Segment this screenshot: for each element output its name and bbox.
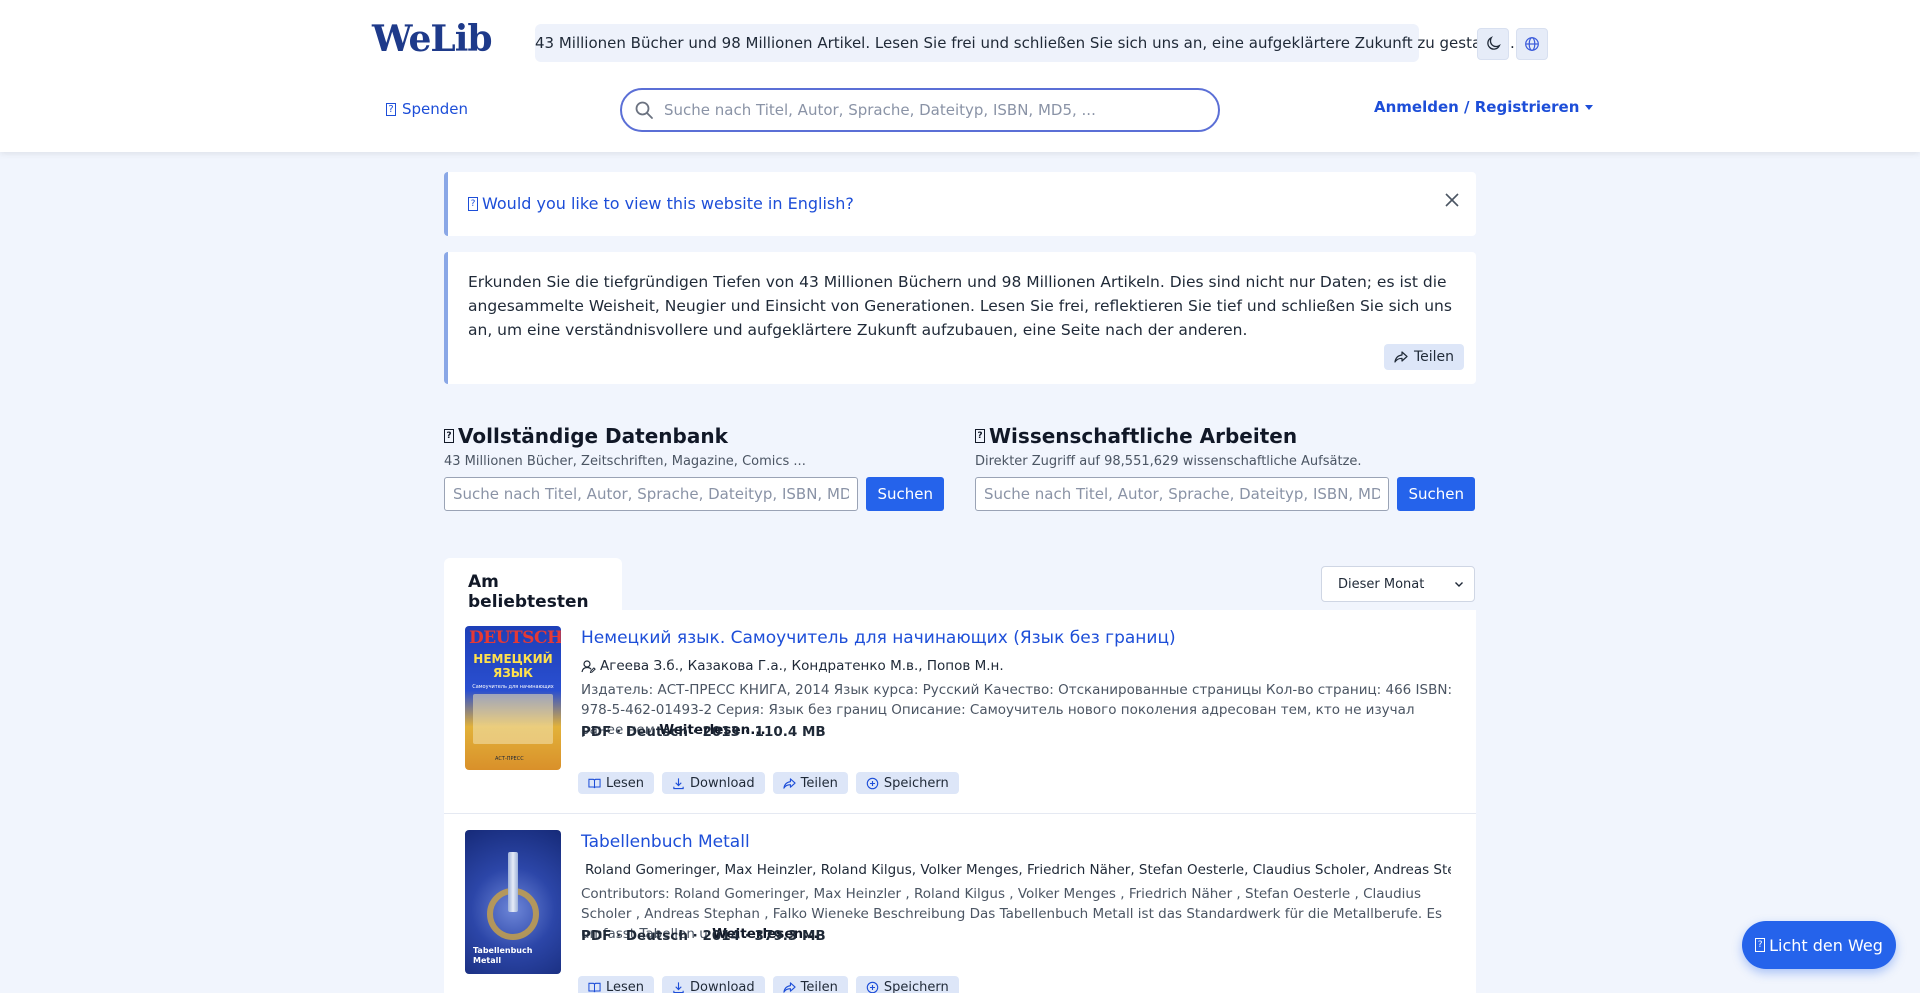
moon-icon bbox=[1487, 36, 1501, 50]
download-button[interactable]: Download bbox=[662, 976, 765, 993]
download-icon bbox=[673, 777, 684, 789]
save-label: Speichern bbox=[883, 979, 949, 993]
donate-label: Spenden bbox=[402, 100, 469, 118]
tab-popular[interactable]: Am beliebtesten bbox=[444, 558, 622, 612]
share-icon bbox=[1394, 351, 1408, 363]
plus-circle-icon bbox=[866, 981, 879, 993]
cover-title-top: DEUTSCH bbox=[469, 628, 561, 648]
cover-image-block bbox=[473, 694, 553, 744]
close-banner-button[interactable] bbox=[1440, 188, 1464, 212]
read-button[interactable]: Lesen bbox=[578, 976, 655, 993]
book-open-icon bbox=[588, 778, 601, 788]
light-the-way-button[interactable]: ? Licht den Weg bbox=[1742, 921, 1896, 969]
book-authors: Агеева З.б., Казакова Г.а., Кондратенко … bbox=[581, 658, 1451, 674]
save-label: Speichern bbox=[883, 775, 949, 791]
book-title-link[interactable]: Немецкий язык. Самоучитель для начинающи… bbox=[581, 628, 1176, 648]
book-meta: PDF · Deutsch · 2014 · 379.3 MB bbox=[581, 928, 826, 944]
share-book-label: Teilen bbox=[800, 979, 838, 993]
lamp-icon: ? bbox=[1755, 938, 1766, 952]
list-item: Tabellenbuch Metall Tabellenbuch Metall … bbox=[444, 814, 1476, 993]
site-header: WeLib 43 Millionen Bücher und 98 Million… bbox=[0, 0, 1920, 152]
papers-heading: ? Wissenschaftliche Arbeiten bbox=[975, 424, 1475, 448]
language-banner: ? Would you like to view this website in… bbox=[444, 172, 1476, 236]
plus-circle-icon bbox=[866, 777, 879, 789]
share-book-button[interactable]: Teilen bbox=[772, 976, 848, 993]
share-label: Teilen bbox=[1413, 349, 1454, 365]
save-button[interactable]: Speichern bbox=[855, 976, 959, 993]
book-authors-text: Roland Gomeringer, Max Heinzler, Roland … bbox=[585, 862, 1451, 878]
papers-subtitle: Direkter Zugriff auf 98,551,629 wissensc… bbox=[975, 454, 1362, 469]
main-search-input[interactable] bbox=[664, 101, 1204, 119]
full-database-search-input[interactable] bbox=[444, 477, 859, 511]
list-item: DEUTSCH НЕМЕЦКИЙ ЯЗЫК Самоучитель для на… bbox=[444, 610, 1476, 814]
papers-title: Wissenschaftliche Arbeiten bbox=[989, 424, 1298, 448]
papers-search-row: Suche n bbox=[975, 477, 1475, 511]
site-tagline: 43 Millionen Bücher und 98 Millionen Art… bbox=[535, 24, 1515, 62]
flag-icon: ? bbox=[468, 196, 478, 211]
dark-mode-button[interactable] bbox=[1477, 28, 1509, 60]
switch-to-english-link[interactable]: ? Would you like to view this website in… bbox=[468, 194, 854, 213]
login-register-label: Anmelden / Registrieren bbox=[1374, 98, 1580, 116]
author-icon bbox=[581, 659, 596, 673]
popular-list: DEUTSCH НЕМЕЦКИЙ ЯЗЫК Самоучитель для на… bbox=[444, 610, 1476, 993]
full-database-heading: ? Vollständige Datenbank bbox=[444, 424, 944, 448]
period-select[interactable]: Dieser Monat bbox=[1321, 566, 1475, 602]
light-the-way-label: Licht den Weg bbox=[1769, 935, 1883, 955]
share-icon bbox=[783, 777, 796, 789]
login-register-menu[interactable]: Anmelden / Registrieren bbox=[1374, 98, 1594, 116]
cover-title: Tabellenbuch Metall bbox=[473, 946, 533, 965]
language-prompt: Would you like to view this website in E… bbox=[482, 194, 854, 213]
full-database-search-button[interactable]: Suchen bbox=[866, 477, 944, 511]
chevron-down-icon bbox=[1455, 582, 1463, 587]
download-label: Download bbox=[690, 775, 755, 791]
share-button[interactable]: Teilen bbox=[1383, 344, 1464, 370]
site-logo[interactable]: WeLib bbox=[372, 18, 493, 60]
period-select-value: Dieser Monat bbox=[1338, 576, 1425, 592]
cover-subtitle: Самоучитель для начинающих bbox=[472, 684, 554, 690]
info-banner: Erkunden Sie die tiefgründigen Tiefen vo… bbox=[444, 252, 1476, 384]
papers-search-button[interactable]: Suchen bbox=[1397, 477, 1475, 511]
share-book-button[interactable]: Teilen bbox=[772, 772, 848, 794]
book-actions: Lesen Download Teilen Speichern bbox=[578, 976, 959, 993]
save-button[interactable]: Speichern bbox=[855, 772, 959, 794]
read-label: Lesen bbox=[606, 979, 645, 993]
book-authors-text: Агеева З.б., Казакова Г.а., Кондратенко … bbox=[600, 658, 1004, 674]
book-authors: Roland Gomeringer, Max Heinzler, Roland … bbox=[581, 862, 1451, 878]
papers-search-input[interactable] bbox=[975, 477, 1390, 511]
full-database-section: ? Vollständige Datenbank 43 Millionen Bü… bbox=[444, 424, 944, 511]
close-icon bbox=[1445, 193, 1459, 207]
main-search-bar bbox=[620, 88, 1220, 132]
download-button[interactable]: Download bbox=[662, 772, 765, 794]
paper-icon: ? bbox=[975, 429, 985, 443]
books-icon: ? bbox=[444, 429, 454, 443]
cover-title-main: НЕМЕЦКИЙ ЯЗЫК bbox=[473, 652, 553, 680]
read-label: Lesen bbox=[606, 775, 645, 791]
book-cover[interactable]: Tabellenbuch Metall bbox=[465, 830, 561, 974]
book-actions: Lesen Download Teilen Speichern bbox=[578, 772, 959, 794]
share-icon bbox=[783, 981, 796, 993]
full-database-title: Vollständige Datenbank bbox=[458, 424, 728, 448]
caret-down-icon bbox=[1585, 104, 1594, 110]
cover-bolt-graphic bbox=[508, 852, 518, 912]
book-meta: PDF · Deutsch · 2013 · 110.4 MB bbox=[581, 724, 826, 740]
cover-publisher: АСТ-ПРЕСС bbox=[495, 756, 524, 762]
full-database-search-row: Suche n bbox=[444, 477, 944, 511]
language-button[interactable] bbox=[1516, 28, 1548, 60]
book-title-link[interactable]: Tabellenbuch Metall bbox=[581, 832, 750, 852]
download-icon bbox=[673, 981, 684, 993]
download-label: Download bbox=[690, 979, 755, 993]
full-database-subtitle: 43 Millionen Bücher, Zeitschriften, Maga… bbox=[444, 454, 806, 469]
share-book-label: Teilen bbox=[800, 775, 838, 791]
read-button[interactable]: Lesen bbox=[578, 772, 655, 794]
book-open-icon bbox=[588, 982, 601, 992]
heart-icon: ? bbox=[386, 102, 396, 116]
globe-icon bbox=[1525, 37, 1539, 51]
donate-link[interactable]: ? Spenden bbox=[386, 100, 468, 118]
search-icon bbox=[635, 101, 653, 119]
info-text: Erkunden Sie die tiefgründigen Tiefen vo… bbox=[468, 273, 1452, 339]
book-cover[interactable]: DEUTSCH НЕМЕЦКИЙ ЯЗЫК Самоучитель для на… bbox=[465, 626, 561, 770]
papers-section: ? Wissenschaftliche Arbeiten Direkter Zu… bbox=[975, 424, 1475, 511]
